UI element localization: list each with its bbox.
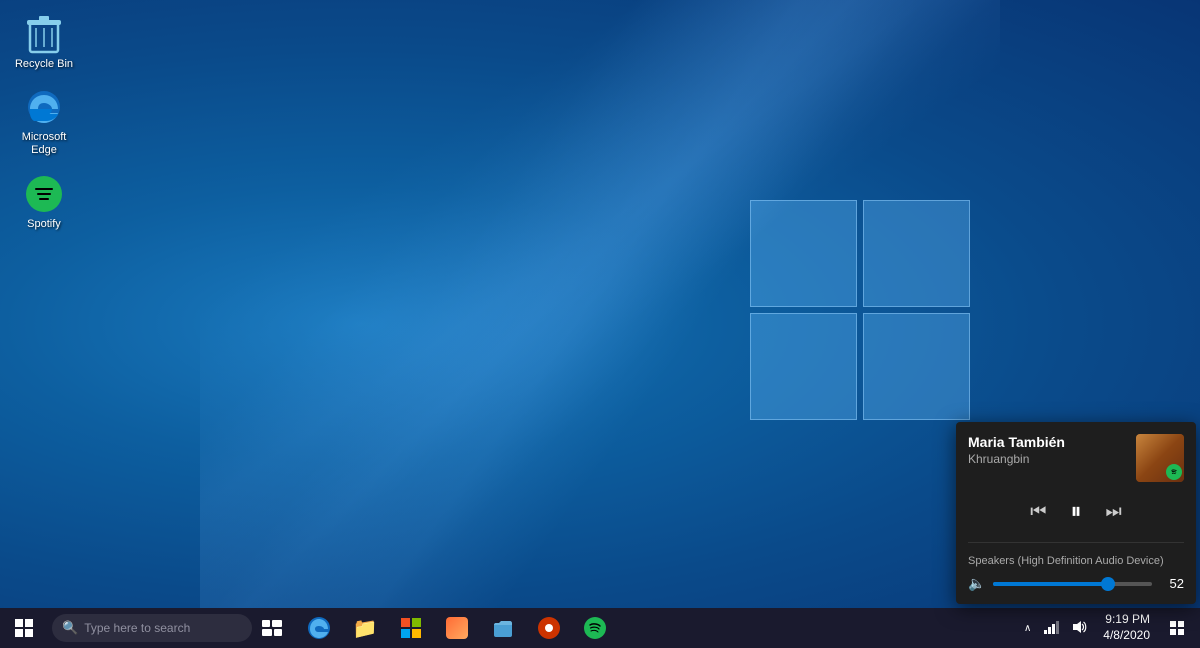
- taskbar-app1-icon[interactable]: [434, 608, 480, 648]
- tray-overflow-button[interactable]: ∧: [1020, 619, 1035, 638]
- windows-logo: [750, 200, 970, 420]
- system-tray: ∧ 9:19 PM 4/8/2020: [1020, 608, 1200, 648]
- notification-center-button[interactable]: [1162, 608, 1192, 648]
- spotify-badge: [1166, 464, 1182, 480]
- task-view-button[interactable]: [252, 608, 292, 648]
- volume-device-label: Speakers (High Definition Audio Device): [968, 555, 1184, 567]
- recycle-bin-label: Recycle Bin: [15, 58, 73, 71]
- volume-fill: [993, 582, 1107, 586]
- media-song-title: Maria También: [968, 434, 1136, 450]
- media-next-button[interactable]: ⏭: [1102, 497, 1126, 526]
- desktop-icons: Recycle Bin Microsoft Edge: [8, 10, 80, 235]
- search-placeholder: Type here to search: [84, 621, 190, 635]
- desktop: Recycle Bin Microsoft Edge: [0, 0, 1200, 648]
- search-icon: 🔍: [62, 620, 78, 636]
- search-box[interactable]: 🔍 Type here to search: [52, 614, 252, 642]
- recycle-bin-icon[interactable]: Recycle Bin: [8, 10, 80, 75]
- media-album-art: [1136, 434, 1184, 482]
- taskbar-apps: 📁: [296, 608, 618, 648]
- clock-date: 4/8/2020: [1103, 628, 1150, 644]
- start-icon: [15, 619, 33, 637]
- media-popup: Maria También Khruangbin ⏮: [956, 422, 1196, 604]
- spotify-icon[interactable]: Spotify: [8, 170, 80, 235]
- clock-time: 9:19 PM: [1103, 612, 1150, 628]
- spotify-label: Spotify: [27, 218, 61, 231]
- volume-thumb[interactable]: [1101, 577, 1115, 591]
- edge-label: Microsoft Edge: [12, 131, 76, 157]
- taskbar-record-icon[interactable]: [526, 608, 572, 648]
- tray-volume-icon[interactable]: [1067, 615, 1091, 642]
- taskbar-app2-icon[interactable]: [480, 608, 526, 648]
- media-pause-button[interactable]: ⏸: [1066, 494, 1085, 528]
- media-controls: ⏮ ⏸ ⏭: [968, 494, 1184, 528]
- taskbar-spotify-icon[interactable]: [572, 608, 618, 648]
- volume-slider[interactable]: [993, 582, 1152, 586]
- taskbar-store-icon[interactable]: [388, 608, 434, 648]
- media-prev-button[interactable]: ⏮: [1026, 497, 1050, 526]
- volume-icon: 🔈: [968, 575, 985, 592]
- system-clock[interactable]: 9:19 PM 4/8/2020: [1095, 612, 1158, 643]
- media-artist-name: Khruangbin: [968, 452, 1136, 466]
- taskbar: 🔍 Type here to search 📁: [0, 608, 1200, 648]
- volume-value: 52: [1160, 576, 1184, 591]
- tray-network-icon[interactable]: [1039, 615, 1063, 642]
- taskbar-edge-icon[interactable]: [296, 608, 342, 648]
- start-button[interactable]: [0, 608, 48, 648]
- taskbar-explorer-icon[interactable]: 📁: [342, 608, 388, 648]
- edge-icon[interactable]: Microsoft Edge: [8, 83, 80, 161]
- volume-section: Speakers (High Definition Audio Device) …: [968, 542, 1184, 592]
